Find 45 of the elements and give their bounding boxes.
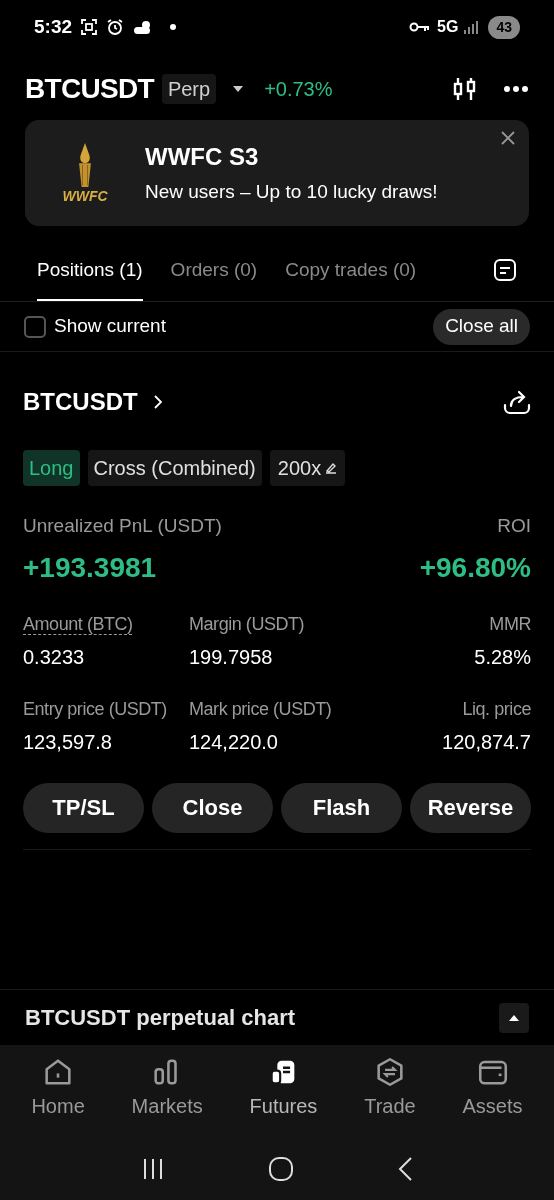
action-button[interactable]: TP/SL xyxy=(23,782,144,833)
tab[interactable]: Orders (0) xyxy=(170,242,258,301)
stat-label: Mark price (USDT) xyxy=(189,697,333,721)
stat-label: Margin (USDT) xyxy=(189,612,306,636)
type-tag: Perp xyxy=(161,74,217,104)
stat-label[interactable]: Amount (BTC) xyxy=(23,610,189,638)
nav-item[interactable]: Home xyxy=(31,1055,85,1137)
pnl-label: Unrealized PnL (USDT) xyxy=(23,514,222,538)
side-tag: Long xyxy=(23,450,80,486)
margin-mode-tag: Cross (Combined) xyxy=(87,450,262,486)
banner-title: WWFC S3 xyxy=(145,142,260,173)
stat-value: 120,874.7 xyxy=(442,729,531,755)
stat-value: 123,597.8 xyxy=(23,729,113,755)
stat-label: Entry price (USDT) xyxy=(23,697,168,721)
nav-item[interactable]: Futures xyxy=(249,1055,318,1137)
close-all-button[interactable]: Close all xyxy=(433,308,530,345)
status-time: 5:32 xyxy=(34,14,73,39)
price-change: +0.73% xyxy=(264,77,333,102)
symbol-title[interactable]: BTCUSDT xyxy=(25,68,154,110)
action-button[interactable]: Close xyxy=(152,782,273,833)
stat-value: 124,220.0 xyxy=(189,729,279,755)
stat-value: 199.7958 xyxy=(189,644,274,670)
battery-indicator: 43 xyxy=(488,15,520,39)
stat-value: 5.28% xyxy=(474,644,531,670)
tab[interactable]: Copy trades (0) xyxy=(285,242,417,301)
stat-value: 0.3233 xyxy=(23,644,86,670)
stat-label: MMR xyxy=(489,612,531,636)
logo-text: WWFC xyxy=(62,189,108,203)
pnl-value: +193.3981 xyxy=(23,550,157,585)
chart-title[interactable]: BTCUSDT perpetual chart xyxy=(25,1001,296,1034)
nav-item[interactable]: Markets xyxy=(131,1055,203,1137)
action-button[interactable]: Flash xyxy=(281,782,402,833)
leverage-tag[interactable]: 200x xyxy=(269,450,346,486)
tab[interactable]: Positions (1) xyxy=(37,242,143,301)
action-button[interactable]: Reverse xyxy=(410,782,531,833)
checkbox-label: Show current xyxy=(54,314,166,339)
network-label: 5G xyxy=(437,17,459,37)
banner-subtitle: New users – Up to 10 lucky draws! xyxy=(145,180,438,204)
nav-item[interactable]: Assets xyxy=(462,1055,523,1137)
position-symbol[interactable]: BTCUSDT xyxy=(23,384,138,420)
promo-banner[interactable]: WWFC WWFC S3 New users – Up to 10 lucky draws! xyxy=(25,120,529,226)
nav-item[interactable]: Trade xyxy=(364,1055,416,1137)
roi-label: ROI xyxy=(497,514,531,538)
roi-value: +96.80% xyxy=(419,550,531,585)
stat-label: Liq. price xyxy=(462,697,531,721)
